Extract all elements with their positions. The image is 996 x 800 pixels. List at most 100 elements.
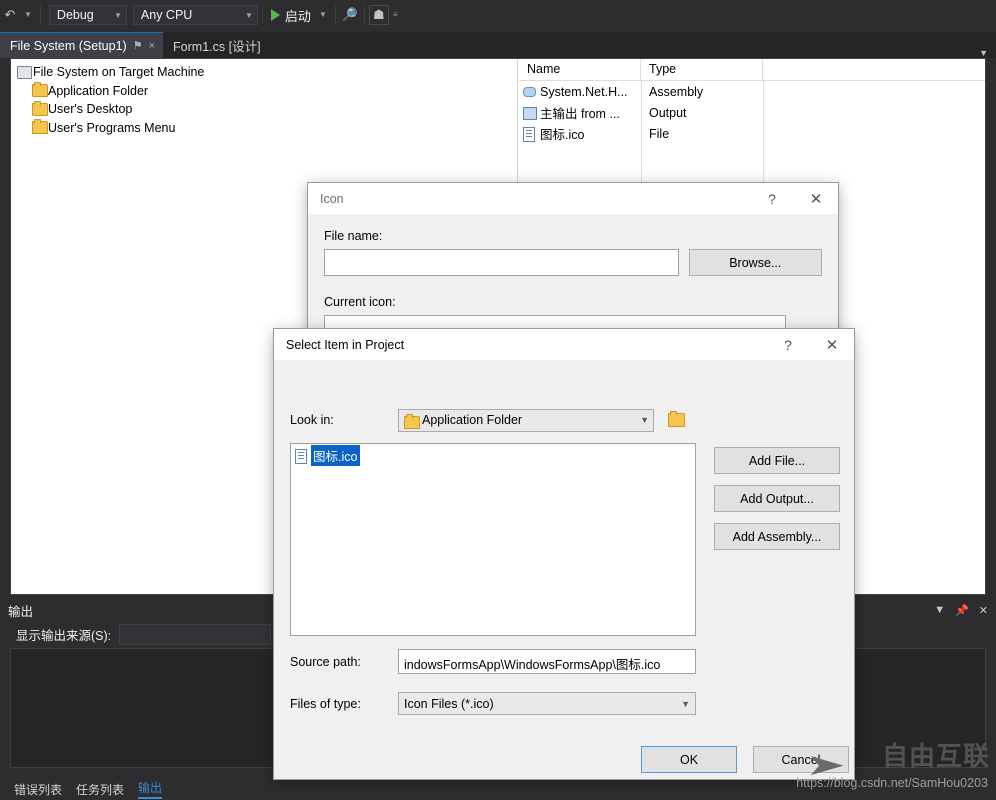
bottom-tab-output[interactable]: 输出 <box>138 779 163 799</box>
add-output-button[interactable]: Add Output... <box>714 485 840 512</box>
output-panel-title: 输出 <box>8 604 34 619</box>
tree-item-users-desktop[interactable]: User's Desktop <box>11 100 517 119</box>
add-file-button[interactable]: Add File... <box>714 447 840 474</box>
source-path-input[interactable]: indowsFormsApp\WindowsFormsApp\图标.ico <box>398 649 696 674</box>
computer-icon <box>16 65 33 79</box>
row-name-label: System.Net.H... <box>540 84 628 99</box>
output-icon <box>523 106 537 120</box>
close-icon[interactable]: × <box>149 40 155 52</box>
tree-item-application-folder[interactable]: Application Folder <box>11 82 517 101</box>
list-header-row: Name Type <box>519 59 985 81</box>
project-file-list[interactable]: 图标.ico <box>290 443 696 636</box>
folder-icon <box>404 413 420 429</box>
toolbar-separator <box>261 6 263 24</box>
platform-value: Any CPU <box>140 8 193 22</box>
select-item-in-project-dialog: Select Item in Project ? ✕ Look in: Appl… <box>274 329 854 779</box>
column-header-name[interactable]: Name <box>519 59 641 80</box>
folder-icon <box>31 82 48 98</box>
source-path-row: Source path: indowsFormsApp\WindowsForms… <box>290 649 696 674</box>
column-header-blank[interactable] <box>763 59 985 80</box>
current-icon-label: Current icon: <box>324 295 396 309</box>
cell-name: 图标.ico <box>519 124 641 143</box>
row-name-label: 主输出 from ... <box>540 107 620 121</box>
cell-type: Output <box>649 105 687 120</box>
add-buttons-group: Add File... Add Output... Add Assembly..… <box>714 447 840 561</box>
file-name-row: Browse... <box>324 249 822 276</box>
file-icon <box>523 127 536 142</box>
search-icon[interactable]: 🔎 <box>340 5 360 25</box>
list-item[interactable]: 图标.ico <box>293 445 693 466</box>
chevron-down-icon: ▼ <box>245 10 253 20</box>
source-path-label: Source path: <box>290 654 361 669</box>
select-dialog-title: Select Item in Project <box>286 337 405 352</box>
look-in-combo[interactable]: Application Folder ▼ <box>398 408 654 432</box>
help-icon[interactable]: ? <box>766 329 810 360</box>
platform-combo[interactable]: Any CPU ▼ <box>132 5 258 25</box>
chevron-down-icon[interactable]: ▼ <box>934 604 945 616</box>
close-icon[interactable]: ✕ <box>810 329 854 360</box>
bottom-tab-error-list[interactable]: 错误列表 <box>14 781 62 798</box>
play-icon <box>270 9 280 21</box>
back-dropdown-caret[interactable]: ▼ <box>20 5 36 25</box>
tab-file-system-setup1[interactable]: File System (Setup1) ⚑ × <box>0 32 164 58</box>
look-in-label: Look in: <box>290 413 334 427</box>
document-tab-strip: File System (Setup1) ⚑ × Form1.cs [设计] ▼ <box>0 32 996 58</box>
tree-item-label: File System on Target Machine <box>33 65 205 80</box>
tree-item-label: Application Folder <box>48 83 149 98</box>
files-of-type-value: Icon Files (*.ico) <box>404 696 494 711</box>
close-icon[interactable]: ✕ <box>979 604 988 617</box>
tree-item-file-system-on-target-machine[interactable]: File System on Target Machine <box>11 63 517 82</box>
icon-dialog-titlebar[interactable]: Icon ? ✕ <box>308 183 838 215</box>
cell-name: 主输出 from ... <box>519 103 641 122</box>
select-dialog-body: Look in: Application Folder ▼ 图标.ico Add… <box>274 361 854 780</box>
toolbar-separator <box>39 6 41 24</box>
back-arrow-icon[interactable]: ↶ <box>0 5 20 25</box>
tab-label: Form1.cs [设计] <box>173 39 261 54</box>
chevron-down-icon: ▼ <box>640 415 649 425</box>
file-icon <box>295 449 308 464</box>
tab-form1-cs-design[interactable]: Form1.cs [设计] <box>163 32 269 58</box>
column-header-type[interactable]: Type <box>641 59 763 80</box>
tree-item-label: User's Desktop <box>48 102 133 117</box>
tab-overflow-icon[interactable]: ▼ <box>979 48 996 58</box>
start-dropdown-caret[interactable]: ▼ <box>315 5 331 25</box>
file-name-input[interactable] <box>324 249 679 276</box>
close-icon[interactable]: ✕ <box>794 183 838 214</box>
table-row[interactable]: 图标.ico File <box>519 123 985 144</box>
ok-button[interactable]: OK <box>641 746 737 773</box>
start-debug-label: 启动 <box>284 8 311 24</box>
help-icon[interactable]: ? <box>750 183 794 214</box>
cell-type: File <box>649 126 670 141</box>
tree-item-label: User's Programs Menu <box>48 120 176 135</box>
output-source-combo[interactable] <box>119 623 272 645</box>
cell-type: Assembly <box>649 84 704 99</box>
browse-button[interactable]: Browse... <box>688 249 822 276</box>
cancel-button[interactable]: Cancel <box>753 746 849 773</box>
icon-dialog-title: Icon <box>320 191 344 206</box>
files-of-type-row: Files of type: Icon Files (*.ico) ▼ <box>290 692 696 715</box>
assembly-icon <box>523 85 536 98</box>
file-name-label: File name: <box>324 229 383 243</box>
add-assembly-button[interactable]: Add Assembly... <box>714 523 840 550</box>
configuration-value: Debug <box>56 8 94 22</box>
start-debug-button[interactable]: 启动 <box>267 4 315 26</box>
files-of-type-combo[interactable]: Icon Files (*.ico) ▼ <box>398 692 696 715</box>
pin-icon[interactable]: ⚑ <box>133 39 143 52</box>
folder-icon <box>31 100 48 116</box>
bottom-tool-tabs: 错误列表 任务列表 输出 <box>0 778 996 800</box>
pin-icon[interactable]: 📌 <box>955 604 969 617</box>
select-dialog-titlebar[interactable]: Select Item in Project ? ✕ <box>274 329 854 361</box>
list-item-label: 图标.ico <box>311 445 361 466</box>
table-row[interactable]: 主输出 from ... Output <box>519 102 985 123</box>
configuration-combo[interactable]: Debug ▼ <box>48 5 127 25</box>
look-in-value: Application Folder <box>422 413 523 427</box>
up-one-level-icon[interactable] <box>663 407 690 433</box>
toolbar-overflow-icon[interactable]: ≡ <box>389 5 402 25</box>
home-icon[interactable]: ☗ <box>368 5 389 25</box>
bottom-tab-task-list[interactable]: 任务列表 <box>76 781 124 798</box>
files-of-type-label: Files of type: <box>290 696 361 711</box>
tree-item-users-programs-menu[interactable]: User's Programs Menu <box>11 119 517 138</box>
folder-icon <box>31 119 48 135</box>
table-row[interactable]: System.Net.H... Assembly <box>519 81 985 102</box>
main-toolbar: ↶ ▼ Debug ▼ Any CPU ▼ 启动 ▼ 🔎 ☗ ≡ <box>0 0 996 30</box>
